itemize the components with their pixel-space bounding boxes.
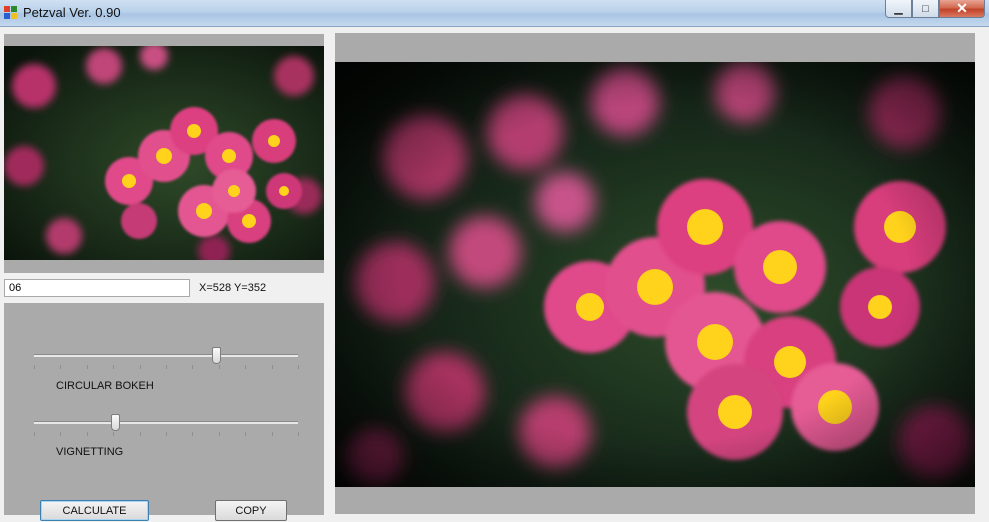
slider-tick [271,365,273,369]
title-bar[interactable]: Petzval Ver. 0.90 ▁ □ ✕ [0,0,989,27]
slider-thumb[interactable] [211,347,221,364]
vignetting-label: VIGNETTING [56,446,124,458]
slider-tick [166,365,167,369]
slider-tick [60,432,62,436]
slider-track[interactable] [34,421,298,424]
slider-tick [298,365,299,369]
thumbnail-image[interactable] [4,46,324,260]
control-panel: CIRCULAR BOKEH VIGNETTING CALCULATE COPY [4,303,324,521]
close-icon: ✕ [956,0,968,16]
minimize-button[interactable]: ▁ [885,0,912,18]
slider-tick [271,432,273,436]
slider-tick [298,432,299,436]
slider-tick [192,365,194,369]
slider-tick [86,432,88,436]
maximize-icon: □ [922,2,929,15]
slider-tick [166,432,167,436]
slider-tick [113,432,115,436]
slider-tick [60,365,62,369]
close-button[interactable]: ✕ [939,0,985,18]
slider-tick [245,365,247,369]
slider-tick [139,365,141,369]
file-name-field[interactable] [4,279,190,297]
client-area: X=528 Y=352 CIRCULAR BOKEH VIGNETTING CA… [0,27,989,522]
minimize-icon: ▁ [894,3,903,15]
thumbnail-frame [4,34,324,273]
slider-tick [34,365,35,369]
maximize-button[interactable]: □ [912,0,939,18]
output-image[interactable] [335,62,975,487]
slider-tick [218,365,220,369]
output-frame [335,33,975,514]
vignetting-slider[interactable] [30,414,302,436]
calculate-button[interactable]: CALCULATE [40,500,149,521]
app-icon[interactable] [4,6,18,20]
cursor-coordinates: X=528 Y=352 [199,282,267,294]
slider-track[interactable] [34,354,298,357]
slider-tick [218,432,220,436]
slider-tick [113,365,115,369]
slider-tick [139,432,141,436]
slider-tick [34,432,35,436]
circular-bokeh-slider[interactable] [30,347,302,369]
slider-tick [192,432,194,436]
output-photo-art [335,62,975,487]
circular-bokeh-label: CIRCULAR BOKEH [56,380,154,392]
slider-thumb[interactable] [111,414,121,431]
copy-button[interactable]: COPY [215,500,287,521]
thumbnail-photo-art [4,46,324,260]
slider-tick [245,432,247,436]
window-title: Petzval Ver. 0.90 [23,5,121,20]
slider-tick [86,365,88,369]
